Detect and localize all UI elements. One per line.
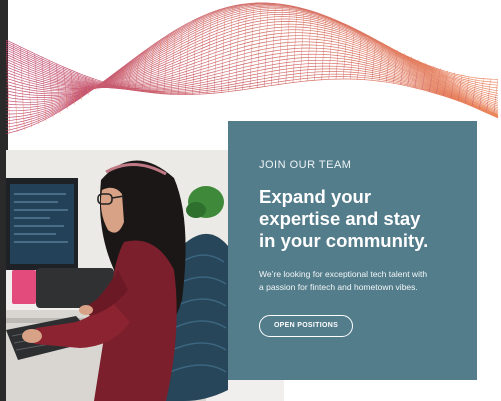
open-positions-button[interactable]: OPEN POSITIONS	[259, 314, 353, 337]
page-background-strip	[284, 380, 501, 401]
hero-headline: Expand your expertise and stay in your c…	[259, 186, 439, 252]
eyebrow-label: JOIN OUR TEAM	[259, 159, 352, 171]
description-line: We’re looking for exceptional tech talen…	[259, 269, 428, 279]
headline-line: in your community.	[259, 230, 429, 251]
headline-line: expertise and stay	[259, 208, 421, 229]
join-team-panel: JOIN OUR TEAM Expand your expertise and …	[228, 121, 477, 380]
careers-hero: JOIN OUR TEAM Expand your expertise and …	[0, 0, 501, 401]
hero-description: We’re looking for exceptional tech talen…	[259, 268, 451, 294]
description-line: a passion for fintech and hometown vibes…	[259, 282, 418, 292]
headline-line: Expand your	[259, 186, 372, 207]
